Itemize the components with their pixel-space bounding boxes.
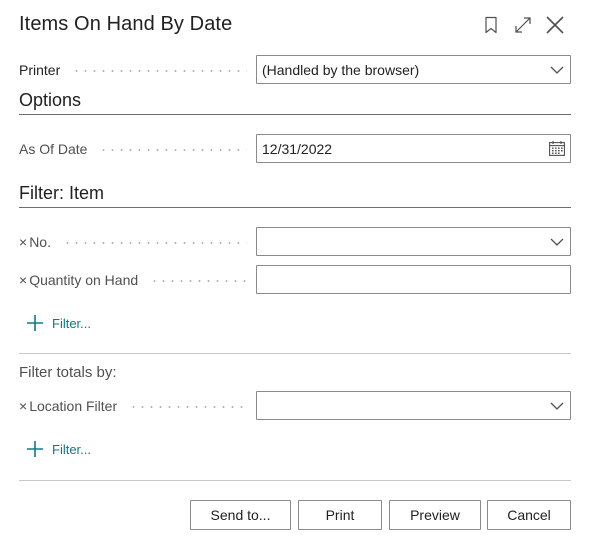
footer-divider xyxy=(19,480,571,481)
preview-button[interactable]: Preview xyxy=(389,500,481,530)
printer-label: Printer xyxy=(19,62,61,78)
filter-quantity-row: × Quantity on Hand xyxy=(19,265,571,295)
add-item-filter-link[interactable]: Filter... xyxy=(26,313,91,333)
filter-no-row: × No. xyxy=(19,227,571,257)
leader-dots xyxy=(62,242,247,244)
options-heading: Options xyxy=(19,90,82,110)
calendar-icon[interactable] xyxy=(544,135,570,162)
location-filter-label: Location Filter xyxy=(29,398,118,414)
filter-no-label: No. xyxy=(29,234,51,250)
plus-icon xyxy=(26,440,44,458)
chevron-down-icon[interactable] xyxy=(544,56,570,83)
chevron-down-icon[interactable] xyxy=(544,228,570,255)
filter-item-divider xyxy=(19,207,571,208)
location-filter-field[interactable] xyxy=(256,391,571,420)
as-of-date-row: As Of Date 12/31/2022 xyxy=(19,134,571,164)
print-button[interactable]: Print xyxy=(298,500,382,530)
send-to-button[interactable]: Send to... xyxy=(190,500,291,530)
leader-dots xyxy=(72,70,247,72)
remove-filter-icon[interactable]: × xyxy=(19,234,27,250)
options-divider xyxy=(19,114,571,115)
leader-dots xyxy=(99,149,247,151)
bookmark-icon[interactable] xyxy=(481,15,501,35)
remove-filter-icon[interactable]: × xyxy=(19,272,27,288)
printer-row: Printer (Handled by the browser) xyxy=(19,55,571,85)
filter-quantity-label-wrap: × Quantity on Hand xyxy=(19,265,247,295)
filter-no-label-wrap: × No. xyxy=(19,227,247,257)
leader-dots xyxy=(129,406,247,408)
chevron-down-icon[interactable] xyxy=(544,392,570,419)
printer-select[interactable]: (Handled by the browser) xyxy=(256,55,571,84)
add-item-filter-label: Filter... xyxy=(52,315,92,331)
as-of-date-label: As Of Date xyxy=(19,141,88,157)
dialog-title: Items On Hand By Date xyxy=(19,13,233,35)
as-of-date-field[interactable]: 12/31/2022 xyxy=(256,134,571,163)
printer-value: (Handled by the browser) xyxy=(262,61,420,78)
add-totals-filter-link[interactable]: Filter... xyxy=(26,439,91,459)
filter-quantity-label: Quantity on Hand xyxy=(29,272,139,288)
location-filter-row: × Location Filter xyxy=(19,391,571,421)
filter-quantity-field[interactable] xyxy=(256,265,571,294)
add-totals-filter-label: Filter... xyxy=(52,441,92,457)
leader-dots xyxy=(150,280,247,282)
filter-no-field[interactable] xyxy=(256,227,571,256)
location-filter-label-wrap: × Location Filter xyxy=(19,391,247,421)
section-divider xyxy=(19,353,571,354)
remove-filter-icon[interactable]: × xyxy=(19,398,27,414)
as-of-date-value: 12/31/2022 xyxy=(262,140,333,157)
as-of-date-label-wrap: As Of Date xyxy=(19,134,247,164)
filter-totals-heading: Filter totals by: xyxy=(19,364,117,381)
filter-item-heading: Filter: Item xyxy=(19,183,105,203)
request-page-dialog: Items On Hand By Date Printer (Handled b… xyxy=(0,0,590,545)
cancel-button[interactable]: Cancel xyxy=(487,500,571,530)
printer-label-wrap: Printer xyxy=(19,55,247,85)
plus-icon xyxy=(26,314,44,332)
expand-icon[interactable] xyxy=(513,15,533,35)
close-icon[interactable] xyxy=(545,15,565,35)
